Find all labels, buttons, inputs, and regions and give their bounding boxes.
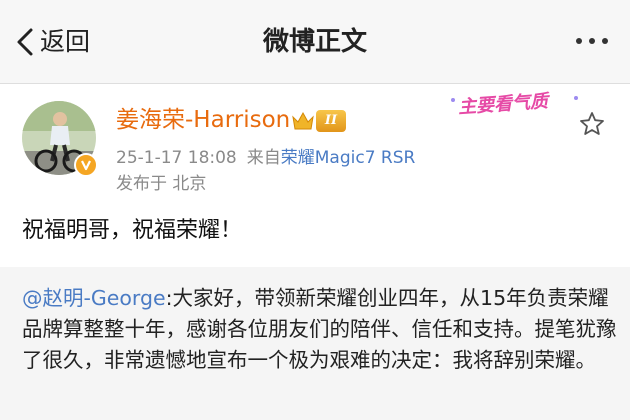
page-title: 微博正文 bbox=[262, 27, 367, 57]
tag-label: 主要看气质 bbox=[457, 90, 549, 119]
source-prefix: 来自 bbox=[246, 148, 281, 168]
mention-link[interactable]: @赵明-George bbox=[22, 286, 166, 310]
post-location: 发布于 北京 bbox=[116, 174, 207, 194]
weibo-post: 姜海荣-Harrison II 主要看气质 25-1-17 18:08 来自荣耀M… bbox=[0, 84, 630, 267]
avatar[interactable] bbox=[22, 101, 98, 177]
verified-badge-icon bbox=[74, 153, 98, 177]
more-dot bbox=[602, 38, 608, 44]
username[interactable]: 姜海荣-Harrison bbox=[116, 104, 290, 136]
post-text: 祝福明哥，祝福荣耀！ bbox=[22, 218, 243, 243]
post-time: 25-1-17 18:08 bbox=[116, 148, 237, 168]
more-button[interactable] bbox=[576, 38, 608, 44]
post-source[interactable]: 荣耀Magic7 RSR bbox=[281, 148, 416, 168]
member-level-badge: II bbox=[316, 110, 346, 132]
more-dot bbox=[589, 38, 595, 44]
tag-decoration-dot bbox=[451, 98, 455, 102]
post-meta: 25-1-17 18:08 来自荣耀Magic7 RSR bbox=[116, 146, 415, 170]
top-nav-bar: 返回 微博正文 bbox=[0, 0, 630, 84]
tag-decoration-dot bbox=[574, 96, 578, 100]
repost-body: @赵明-George:大家好，带领新荣耀创业四年，从15年负责荣耀品牌算整整十年… bbox=[22, 283, 618, 376]
reposted-content[interactable]: @赵明-George:大家好，带领新荣耀创业四年，从15年负责荣耀品牌算整整十年… bbox=[0, 267, 630, 420]
star-outline-icon[interactable] bbox=[578, 110, 606, 138]
more-dot bbox=[576, 38, 582, 44]
crown-icon bbox=[292, 111, 314, 130]
